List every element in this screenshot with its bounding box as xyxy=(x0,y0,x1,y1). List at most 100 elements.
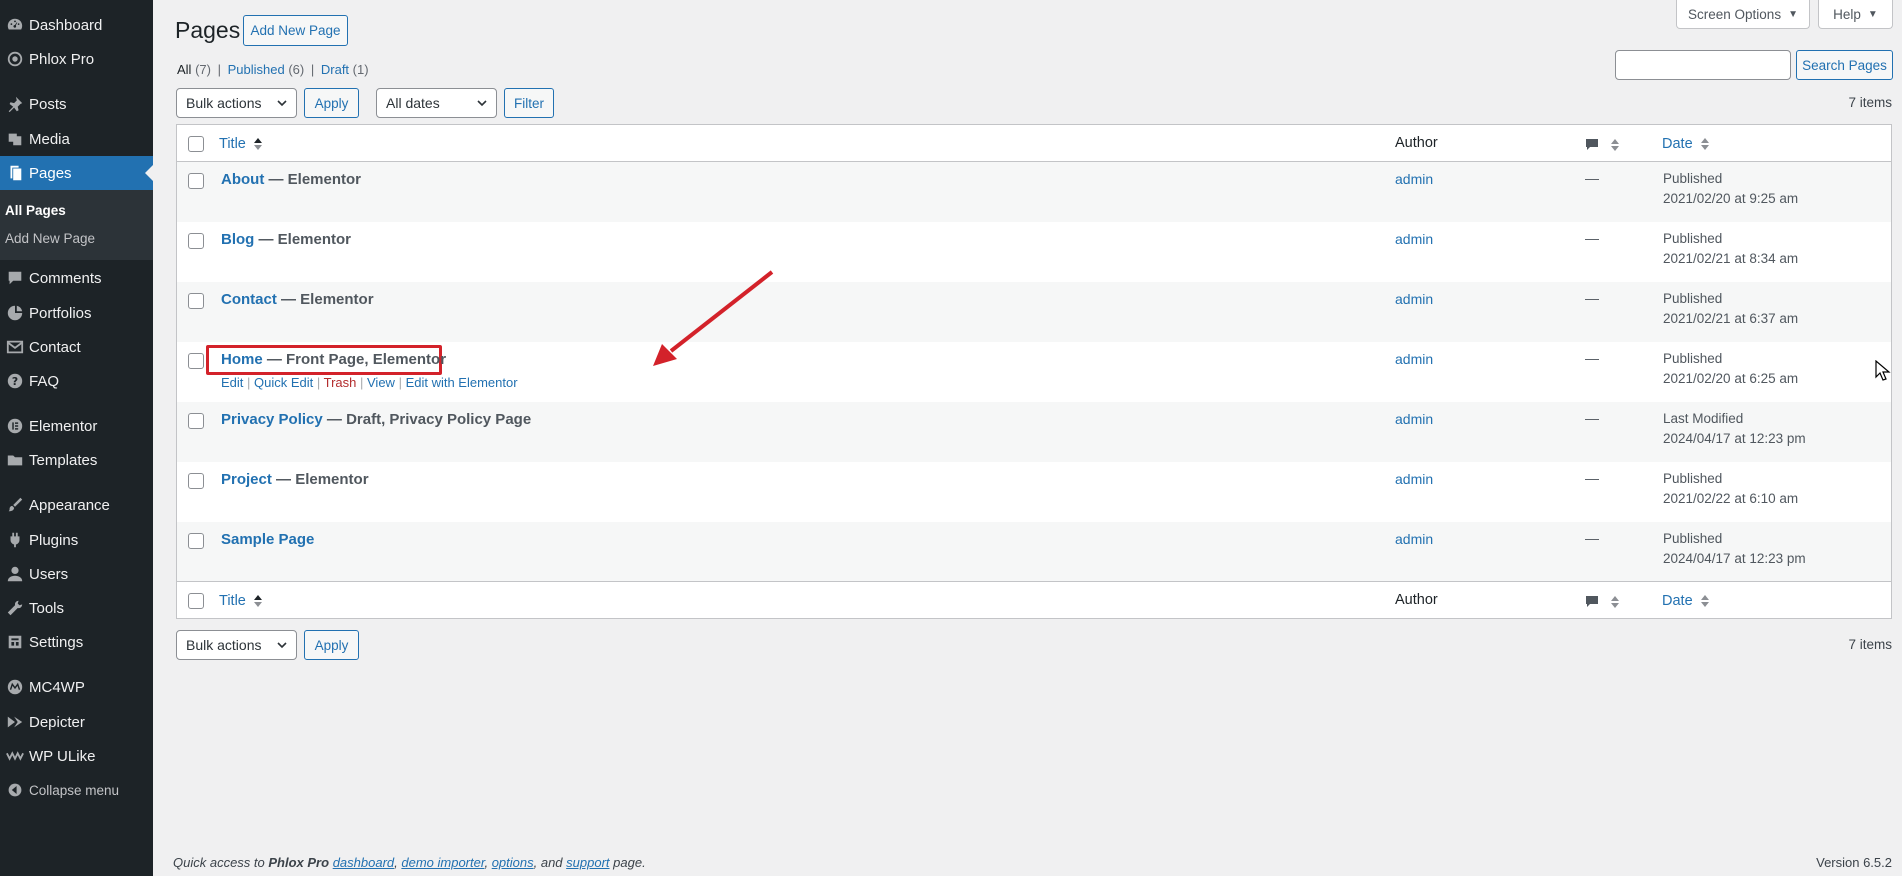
apply-button[interactable]: Apply xyxy=(304,88,359,118)
sidebar-item-users[interactable]: Users xyxy=(0,557,153,591)
filter-published[interactable]: Published xyxy=(228,62,285,77)
apply-button-bottom[interactable]: Apply xyxy=(304,630,359,660)
row-checkbox[interactable] xyxy=(188,533,204,549)
table-row: Blog — Elementor admin — Published 2021/… xyxy=(177,222,1891,282)
sidebar-item-media[interactable]: Media xyxy=(0,122,153,156)
wrench-icon xyxy=(0,599,29,617)
select-all-checkbox-bottom[interactable] xyxy=(188,593,204,609)
sidebar-item-label: Appearance xyxy=(29,496,110,514)
footer-link-demo-importer[interactable]: demo importer xyxy=(401,855,484,870)
select-all-checkbox[interactable] xyxy=(188,136,204,152)
page-title-link[interactable]: Contact xyxy=(221,291,277,308)
mail-icon xyxy=(0,338,29,356)
page-title-link[interactable]: About xyxy=(221,171,264,188)
sidebar-item-contact[interactable]: Contact xyxy=(0,330,153,364)
filter-all[interactable]: All xyxy=(177,62,191,77)
sidebar-item-dashboard[interactable]: Dashboard xyxy=(0,8,153,42)
column-date-label: Date xyxy=(1662,593,1693,609)
sidebar-item-wp-ulike[interactable]: WP ULike xyxy=(0,739,153,773)
column-date-sort[interactable]: Date xyxy=(1662,592,1709,609)
author-link[interactable]: admin xyxy=(1395,351,1433,367)
author-link[interactable]: admin xyxy=(1395,171,1433,187)
footer-comma: , xyxy=(484,855,492,870)
sidebar-item-faq[interactable]: ? FAQ xyxy=(0,364,153,398)
row-title: Sample Page xyxy=(221,531,314,548)
edit-link[interactable]: Edit xyxy=(221,375,243,390)
post-state: — Elementor xyxy=(276,291,374,308)
media-icon xyxy=(0,130,29,148)
row-checkbox[interactable] xyxy=(188,293,204,309)
sidebar-item-depicter[interactable]: Depicter xyxy=(0,705,153,739)
comment-bubble-icon xyxy=(1586,596,1598,608)
bulk-actions-select[interactable]: Bulk actions xyxy=(176,88,297,118)
sidebar-item-pages[interactable]: Pages xyxy=(0,156,153,190)
search-pages-button[interactable]: Search Pages xyxy=(1796,50,1893,80)
page-title-link[interactable]: Blog xyxy=(221,231,254,248)
sidebar-item-templates[interactable]: Templates xyxy=(0,443,153,477)
sidebar-item-posts[interactable]: Posts xyxy=(0,87,153,121)
comment-bubble-icon xyxy=(1586,139,1598,151)
row-checkbox[interactable] xyxy=(188,413,204,429)
screen-options-label: Screen Options xyxy=(1688,6,1782,22)
column-title-sort[interactable]: Title xyxy=(219,135,263,152)
filter-separator: | xyxy=(310,62,315,77)
search-input[interactable] xyxy=(1615,50,1791,80)
date-value: 2021/02/21 at 8:34 am xyxy=(1663,251,1799,266)
row-checkbox[interactable] xyxy=(188,233,204,249)
collapse-menu-button[interactable]: Collapse menu xyxy=(0,773,119,807)
submenu-add-new-page[interactable]: Add New Page xyxy=(5,231,95,246)
bulk-actions-select-bottom[interactable]: Bulk actions xyxy=(176,630,297,660)
screen-options-button[interactable]: Screen Options ▼ xyxy=(1676,0,1810,29)
author-link[interactable]: admin xyxy=(1395,291,1433,307)
row-checkbox[interactable] xyxy=(188,473,204,489)
sidebar-item-settings[interactable]: Settings xyxy=(0,625,153,659)
author-link[interactable]: admin xyxy=(1395,231,1433,247)
chevron-down-icon xyxy=(277,100,287,107)
sidebar-item-tools[interactable]: Tools xyxy=(0,591,153,625)
trash-link[interactable]: Trash xyxy=(324,375,357,390)
sidebar-item-comments[interactable]: Comments xyxy=(0,261,153,295)
footer-link-support[interactable]: support xyxy=(566,855,609,870)
date-value: 2024/04/17 at 12:23 pm xyxy=(1663,431,1806,446)
sidebar-item-appearance[interactable]: Appearance xyxy=(0,488,153,522)
page-title-link[interactable]: Home xyxy=(221,351,263,368)
date-filter-select[interactable]: All dates xyxy=(376,88,497,118)
author-link[interactable]: admin xyxy=(1395,411,1433,427)
add-new-page-button[interactable]: Add New Page xyxy=(243,15,348,46)
author-link[interactable]: admin xyxy=(1395,471,1433,487)
column-comments-sort[interactable] xyxy=(1585,136,1620,153)
sidebar-item-mc4wp[interactable]: MC4WP xyxy=(0,670,153,704)
page-title-link[interactable]: Sample Page xyxy=(221,531,314,548)
portfolio-icon xyxy=(0,304,29,322)
page-title-link[interactable]: Privacy Policy xyxy=(221,411,323,428)
sidebar-item-phlox-pro[interactable]: Phlox Pro xyxy=(0,42,153,76)
page-title-link[interactable]: Project xyxy=(221,471,272,488)
help-button[interactable]: Help ▼ xyxy=(1818,0,1893,29)
submenu-all-pages[interactable]: All Pages xyxy=(5,203,66,218)
column-title-sort[interactable]: Title xyxy=(219,592,263,609)
column-date-sort[interactable]: Date xyxy=(1662,135,1709,152)
footer-link-dashboard[interactable]: dashboard xyxy=(333,855,394,870)
column-author: Author xyxy=(1395,592,1438,608)
table-row: Contact — Elementor admin — Published 20… xyxy=(177,282,1891,342)
ulike-icon xyxy=(0,747,29,765)
table-header: Title Author Date xyxy=(177,125,1891,162)
filter-draft[interactable]: Draft xyxy=(321,62,349,77)
sidebar-item-elementor[interactable]: Elementor xyxy=(0,409,153,443)
chevron-down-icon xyxy=(477,100,487,107)
view-link[interactable]: View xyxy=(367,375,395,390)
filter-button[interactable]: Filter xyxy=(504,88,554,118)
edit-with-elementor-link[interactable]: Edit with Elementor xyxy=(406,375,518,390)
table-row: Sample Page admin — Published 2024/04/17… xyxy=(177,522,1891,582)
column-title-label: Title xyxy=(219,593,246,609)
quick-edit-link[interactable]: Quick Edit xyxy=(254,375,313,390)
column-comments-sort[interactable] xyxy=(1585,593,1620,610)
row-checkbox[interactable] xyxy=(188,173,204,189)
footer-link-options[interactable]: options xyxy=(492,855,534,870)
sidebar-item-portfolios[interactable]: Portfolios xyxy=(0,296,153,330)
post-state: — Elementor xyxy=(254,231,352,248)
sidebar-item-plugins[interactable]: Plugins xyxy=(0,523,153,557)
row-checkbox[interactable] xyxy=(188,353,204,369)
pages-icon xyxy=(0,164,29,182)
author-link[interactable]: admin xyxy=(1395,531,1433,547)
